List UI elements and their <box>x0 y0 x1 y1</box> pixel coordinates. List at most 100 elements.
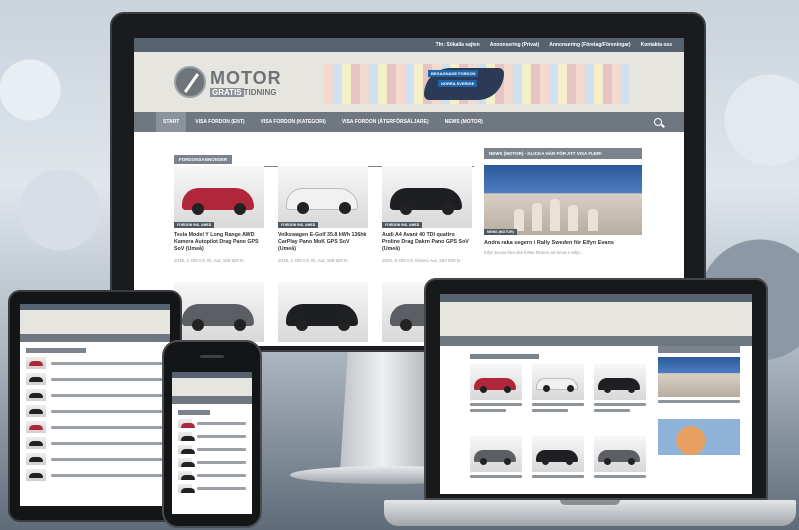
car-thumbnail <box>178 458 195 467</box>
car-red-graphic <box>182 188 254 215</box>
nav-item-vehicles-dealer[interactable]: VISA FORDON (ÅTERFÖRSÄLJARE) <box>335 112 436 132</box>
list-item[interactable] <box>26 421 164 433</box>
news-title[interactable]: Andra raka segern i Rally Sweden för Elf… <box>484 240 642 246</box>
listing-title[interactable]: Audi A4 Avant 40 TDI quattro Proline Dra… <box>382 232 472 253</box>
car-thumbnail <box>26 357 46 369</box>
site-logo[interactable]: MOTOR GRATIS TIDNING <box>174 66 304 100</box>
phone-device <box>162 340 262 528</box>
list-item-text <box>197 487 246 490</box>
listing-cards: FORDON INS. UMEÅ Tesla Model Y Long Rang… <box>174 166 474 263</box>
sidebar-heading[interactable] <box>658 346 740 353</box>
list-item-text <box>197 474 246 477</box>
topbar-link-contact[interactable]: Kontakta oss <box>641 40 672 50</box>
sidebar-heading[interactable]: NEWS (MOTOR) - KLICKA HÄR FÖR ATT VISA F… <box>484 148 642 159</box>
list-item-text <box>51 361 164 365</box>
phone-speaker <box>200 355 224 358</box>
listing-image[interactable] <box>278 282 368 342</box>
news-photo[interactable] <box>658 357 740 397</box>
car-grey-graphic <box>474 450 516 465</box>
list-item[interactable] <box>26 469 164 481</box>
car-grey-graphic <box>182 304 254 331</box>
listing-meta: 2020, 8 400 mil, Diesel, Aut, 264 900 kr <box>382 258 461 263</box>
nav-item-news-motor[interactable]: NEWS (MOTOR) <box>438 112 490 132</box>
list-item[interactable] <box>26 389 164 401</box>
phone-screen <box>172 372 252 514</box>
car-thumbnail <box>178 471 195 480</box>
listing-title[interactable]: Tesla Model Y Long Range AWD Kamera Auto… <box>174 232 264 253</box>
list-item[interactable] <box>26 437 164 449</box>
car-thumbnail <box>26 389 46 401</box>
news-title <box>658 400 740 403</box>
listing-card[interactable] <box>470 364 522 412</box>
list-item[interactable] <box>178 458 246 467</box>
listing-card[interactable]: FORDON INS. UMEÅ Volkswagen E-Golf 35.8 … <box>278 166 368 263</box>
listing-image[interactable]: FORDON INS. UMEÅ <box>382 166 472 228</box>
list-item[interactable] <box>26 405 164 417</box>
car-thumbnail <box>26 469 46 481</box>
logo-sub-text: GRATIS TIDNING <box>210 88 277 97</box>
tablet-screen <box>20 304 170 506</box>
search-icon[interactable] <box>654 118 662 126</box>
listing-title <box>594 403 646 406</box>
banner-label-north-sweden: NORRA SVERIGE <box>438 80 478 87</box>
topbar-link-phone[interactable]: Tfn: Sökalla sajten <box>436 40 480 50</box>
list-item-text <box>51 473 164 477</box>
listing-image[interactable]: FORDON INS. UMEÅ <box>278 166 368 228</box>
car-thumbnail <box>26 373 46 385</box>
listing-card[interactable] <box>594 436 646 478</box>
listing-card[interactable]: FORDON INS. UMEÅ Tesla Model Y Long Rang… <box>174 166 264 263</box>
list-item[interactable] <box>178 484 246 493</box>
listing-card[interactable] <box>594 364 646 412</box>
listing-image <box>470 436 522 472</box>
list-item[interactable] <box>26 453 164 465</box>
listing-card[interactable] <box>470 436 522 478</box>
header-banner[interactable]: BEGAGNADE FORDON NORRA SVERIGE <box>324 64 629 104</box>
listing-tag: FORDON INS. UMEÅ <box>382 222 423 228</box>
laptop-screen <box>440 294 752 494</box>
nav-item-start[interactable]: START <box>156 112 187 132</box>
site-header: MOTOR GRATIS TIDNING BEGAGNADE FORDON NOR… <box>134 52 684 112</box>
list-item[interactable] <box>26 373 164 385</box>
listing-title <box>532 475 584 478</box>
listing-title <box>470 409 507 412</box>
listing-image <box>532 436 584 472</box>
laptop-device <box>424 278 768 500</box>
nav-item-vehicles-ent[interactable]: VISA FORDON (ENT) <box>188 112 251 132</box>
mini-header <box>440 302 752 336</box>
listing-title[interactable]: Volkswagen E-Golf 35.8 kWh 136hk CarPlay… <box>278 232 368 253</box>
listing-image[interactable] <box>174 282 264 342</box>
car-thumbnail <box>178 484 195 493</box>
listing-card[interactable] <box>532 436 584 478</box>
list-item[interactable] <box>178 432 246 441</box>
car-thumbnail <box>26 453 46 465</box>
listing-card[interactable] <box>532 364 584 412</box>
list-item[interactable] <box>178 445 246 454</box>
logo-main-text: MOTOR <box>210 68 282 88</box>
list-item-text <box>197 448 246 451</box>
news-photo-cat[interactable] <box>658 419 740 455</box>
nav-item-vehicles-category[interactable]: VISA FORDON (KATEGORI) <box>254 112 333 132</box>
laptop-notch <box>560 500 620 505</box>
car-black-graphic <box>536 450 578 465</box>
topbar-link-company-ads[interactable]: Annonsering (Företag/Föreningar) <box>549 40 630 50</box>
banner-label-used-vehicles: BEGAGNADE FORDON <box>428 70 479 77</box>
car-thumbnail <box>178 432 195 441</box>
listing-title <box>594 475 646 478</box>
laptop-listing-cards <box>470 364 646 412</box>
list-item[interactable] <box>178 471 246 480</box>
listing-card[interactable]: FORDON INS. UMEÅ Audi A4 Avant 40 TDI qu… <box>382 166 472 263</box>
list-item-text <box>197 435 246 438</box>
car-red-graphic <box>474 378 516 393</box>
list-item[interactable] <box>178 419 246 428</box>
list-item[interactable] <box>26 357 164 369</box>
listing-title <box>532 409 569 412</box>
news-photo[interactable]: NEWS (MOTOR) <box>484 165 642 235</box>
listing-meta: 2018, 4 400 mil, El, Aut, 169 900 kr <box>278 258 349 263</box>
news-sidebar: NEWS (MOTOR) - KLICKA HÄR FÖR ATT VISA F… <box>484 148 642 256</box>
listing-image[interactable]: FORDON INS. UMEÅ <box>174 166 264 228</box>
list-item-text <box>51 377 164 381</box>
list-item-text <box>51 441 164 445</box>
listing-title <box>470 475 522 478</box>
topbar-link-private-ads[interactable]: Annonsering (Privat) <box>490 40 539 50</box>
site-topbar: Tfn: Sökalla sajten Annonsering (Privat)… <box>134 38 684 52</box>
